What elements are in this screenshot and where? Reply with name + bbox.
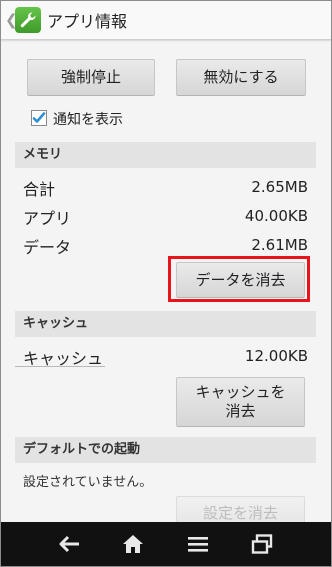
data-size-label: データ — [23, 238, 72, 257]
clear-cache-button[interactable]: キャッシュを 消去 — [176, 377, 305, 427]
defaults-status-text: 設定されていません。 — [23, 475, 153, 490]
back-chevron-icon[interactable]: ❮ — [5, 1, 18, 39]
back-icon[interactable] — [57, 531, 83, 557]
wrench-icon — [15, 7, 41, 33]
cache-section-header: キャッシュ — [15, 311, 316, 337]
navigation-bar — [1, 522, 331, 566]
memory-section-header: メモリ — [15, 142, 316, 168]
recent-apps-icon[interactable] — [249, 531, 275, 557]
cache-row-underline — [15, 366, 105, 367]
action-bar-shadow — [1, 39, 331, 42]
disable-button[interactable]: 無効にする — [176, 59, 306, 96]
page-title: アプリ情報 — [47, 12, 128, 31]
checkmark-icon — [32, 112, 46, 123]
force-stop-button[interactable]: 強制停止 — [27, 59, 155, 96]
total-value: 2.65MB — [251, 178, 308, 196]
app-size-label: アプリ — [23, 209, 72, 228]
clear-data-highlight — [168, 256, 310, 302]
home-icon[interactable] — [120, 531, 146, 557]
data-size-value: 2.61MB — [251, 236, 308, 254]
show-notifications-checkbox[interactable] — [31, 110, 47, 126]
defaults-section-header: デフォルトでの起動 — [15, 437, 316, 463]
action-bar: ❮ アプリ情報 — [1, 1, 331, 39]
show-notifications-label: 通知を表示 — [53, 112, 123, 128]
cache-value: 12.00KB — [244, 347, 308, 365]
total-label: 合計 — [23, 180, 56, 199]
menu-icon[interactable] — [185, 531, 211, 557]
app-size-value: 40.00KB — [244, 207, 308, 225]
